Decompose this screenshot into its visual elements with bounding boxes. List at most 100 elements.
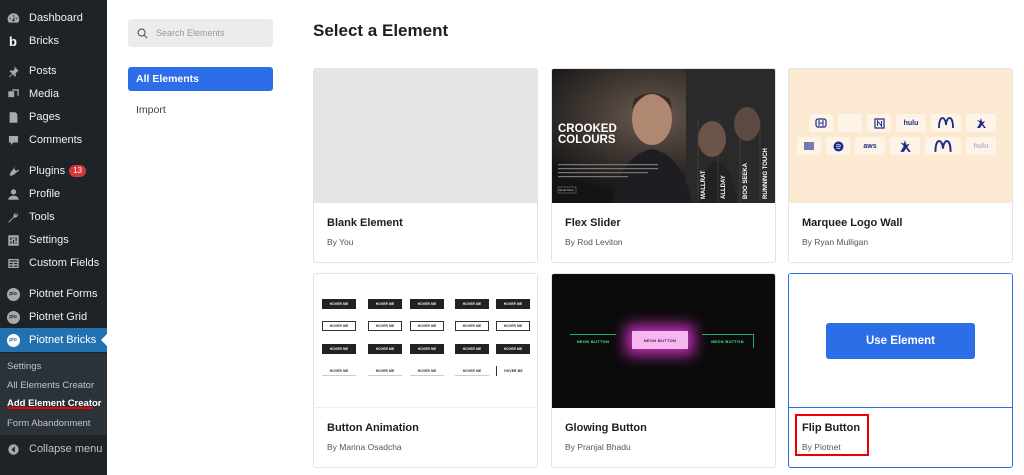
slider-headline: CROOKED COLOURS — [558, 123, 617, 146]
settings-icon — [6, 233, 20, 247]
hover-button-sample: HOVER ME — [368, 321, 402, 331]
element-card-flex-slider[interactable]: CROOKED COLOURS Read More MALLRAT ALLDAY… — [551, 68, 776, 263]
piotnet-icon: pio — [6, 333, 20, 347]
sidebar-item-label: Bricks — [29, 35, 59, 47]
card-title: Marquee Logo Wall — [802, 217, 903, 229]
submenu-item-form-abandonment[interactable]: Form Abandonment — [7, 418, 90, 429]
element-card-button-animation[interactable]: HOVER ME HOVER ME HOVER ME HOVER ME HOVE… — [313, 273, 538, 468]
search-input[interactable] — [156, 28, 266, 38]
sidebar-item-label: Piotnet Grid — [29, 311, 88, 323]
slider-tab[interactable]: ALLDAY — [721, 175, 727, 199]
collapse-label: Collapse menu — [29, 443, 103, 455]
sidebar-item-pages[interactable]: Pages — [0, 106, 107, 128]
sidebar-item-tools[interactable]: Tools — [0, 206, 107, 228]
annotation-highlight-box — [795, 414, 869, 456]
update-count-badge: 13 — [69, 165, 86, 177]
jordan-logo-icon — [890, 137, 920, 155]
tab-import[interactable]: Import — [136, 104, 166, 116]
hover-button-sample: HOVER ME — [496, 321, 530, 331]
slider-cta[interactable]: Read More — [559, 188, 574, 192]
sidebar-item-dashboard[interactable]: Dashboard — [0, 7, 107, 29]
plugin-icon — [6, 164, 20, 178]
sidebar-item-media[interactable]: Media — [0, 83, 107, 105]
bricks-icon: b — [9, 33, 17, 49]
sidebar-item-settings[interactable]: Settings — [0, 229, 107, 251]
hover-button-sample: HOVER ME — [322, 344, 356, 354]
card-thumbnail: hulu aws hulu — [789, 69, 1012, 203]
piotnet-icon: pio — [6, 287, 20, 301]
hover-button-sample: HOVER ME — [455, 299, 489, 309]
hover-button-sample: HOVER ME — [455, 344, 489, 354]
hover-button-sample: HOVER ME — [496, 366, 530, 376]
mcdonalds-logo-icon — [925, 137, 961, 155]
notion-logo-icon — [867, 114, 891, 132]
card-title: Blank Element — [327, 217, 403, 229]
neon-button-left: NEON BUTTON — [570, 334, 616, 348]
logo-row: aws hulu — [797, 137, 996, 155]
hulu-logo-icon: hulu — [966, 137, 996, 155]
sidebar-item-posts[interactable]: Posts — [0, 60, 107, 82]
sidebar-item-label: Comments — [29, 134, 83, 146]
hover-button-sample: HOVER ME — [410, 299, 444, 309]
hover-button-sample: HOVER ME — [368, 299, 402, 309]
aws-logo-icon: aws — [855, 137, 885, 155]
card-title: Button Animation — [327, 422, 419, 434]
sidebar-item-comments[interactable]: Comments — [0, 129, 107, 151]
hover-button-sample: HOVER ME — [455, 366, 489, 376]
card-author: By Pranjal Bhadu — [565, 442, 631, 452]
use-element-button[interactable]: Use Element — [826, 323, 975, 359]
card-thumbnail: CROOKED COLOURS Read More MALLRAT ALLDAY… — [552, 69, 775, 203]
hover-button-sample: HOVER ME — [322, 299, 356, 309]
mcdonalds-logo-icon — [931, 114, 961, 132]
sidebar-item-label: Piotnet Bricks — [29, 334, 97, 346]
slider-tab[interactable]: MALLRAT — [701, 170, 707, 199]
admin-sidebar: Dashboard b Bricks Posts Media Pages Com… — [0, 0, 107, 475]
hover-button-sample: HOVER ME — [368, 344, 402, 354]
spotify-logo-icon — [826, 137, 850, 155]
sidebar-item-label: Dashboard — [29, 12, 83, 24]
pin-icon — [6, 64, 20, 78]
neon-button-right: NEON BUTTON — [702, 334, 754, 348]
hover-button-sample: HOVER ME — [410, 344, 444, 354]
collapse-menu-button[interactable]: Collapse menu — [0, 438, 107, 460]
logo-row: hulu — [809, 114, 996, 132]
slider-tab[interactable]: BOO SEEKA — [743, 163, 749, 199]
submenu-item-settings[interactable]: Settings — [7, 361, 41, 372]
element-card-glowing-button[interactable]: NEON BUTTON NEON BUTTON NEON BUTTON Glow… — [551, 273, 776, 468]
card-author: By You — [327, 237, 354, 247]
sidebar-item-label: Pages — [29, 111, 61, 123]
sidebar-item-profile[interactable]: Profile — [0, 183, 107, 205]
sidebar-item-custom-fields[interactable]: Custom Fields — [0, 252, 107, 274]
element-card-marquee-logo-wall[interactable]: hulu aws hulu Marquee Logo Wall By Ryan … — [788, 68, 1013, 263]
element-card-blank[interactable]: Blank Element By You — [313, 68, 538, 263]
hover-button-sample: HOVER ME — [322, 366, 356, 376]
tab-all-elements[interactable]: All Elements — [128, 67, 273, 91]
fields-icon — [6, 256, 20, 270]
card-author: By Marina Osadcha — [327, 442, 402, 452]
user-icon — [6, 187, 20, 201]
sidebar-item-label: Tools — [29, 211, 55, 223]
card-author: By Ryan Mulligan — [802, 237, 869, 247]
card-thumbnail — [314, 69, 537, 203]
sidebar-item-piotnet-bricks[interactable]: pio Piotnet Bricks — [0, 328, 107, 352]
active-indicator — [101, 334, 107, 346]
card-author: By Rod Leviton — [565, 237, 623, 247]
submenu-item-all-elements-creator[interactable]: All Elements Creator — [7, 380, 94, 391]
sidebar-item-label: Media — [29, 88, 59, 100]
sidebar-item-piotnet-grid[interactable]: pio Piotnet Grid — [0, 306, 107, 328]
sidebar-item-plugins[interactable]: Plugins 13 — [0, 160, 107, 182]
card-title: Glowing Button — [565, 422, 647, 434]
honda-logo-icon — [809, 114, 833, 132]
slider-tab[interactable]: RUNNING TOUCH — [763, 148, 769, 199]
sidebar-item-piotnet-forms[interactable]: pio Piotnet Forms — [0, 283, 107, 305]
comment-icon — [6, 133, 20, 147]
hover-button-sample: HOVER ME — [322, 321, 356, 331]
sidebar-item-label: Plugins — [29, 165, 66, 177]
hulu-logo-icon: hulu — [896, 114, 926, 132]
sidebar-item-label: Profile — [29, 188, 61, 200]
sidebar-item-bricks[interactable]: b Bricks — [0, 30, 107, 52]
page-title: Select a Element — [313, 21, 449, 40]
wrench-icon — [6, 210, 20, 224]
search-box[interactable] — [128, 19, 273, 47]
hover-button-sample: HOVER ME — [455, 321, 489, 331]
